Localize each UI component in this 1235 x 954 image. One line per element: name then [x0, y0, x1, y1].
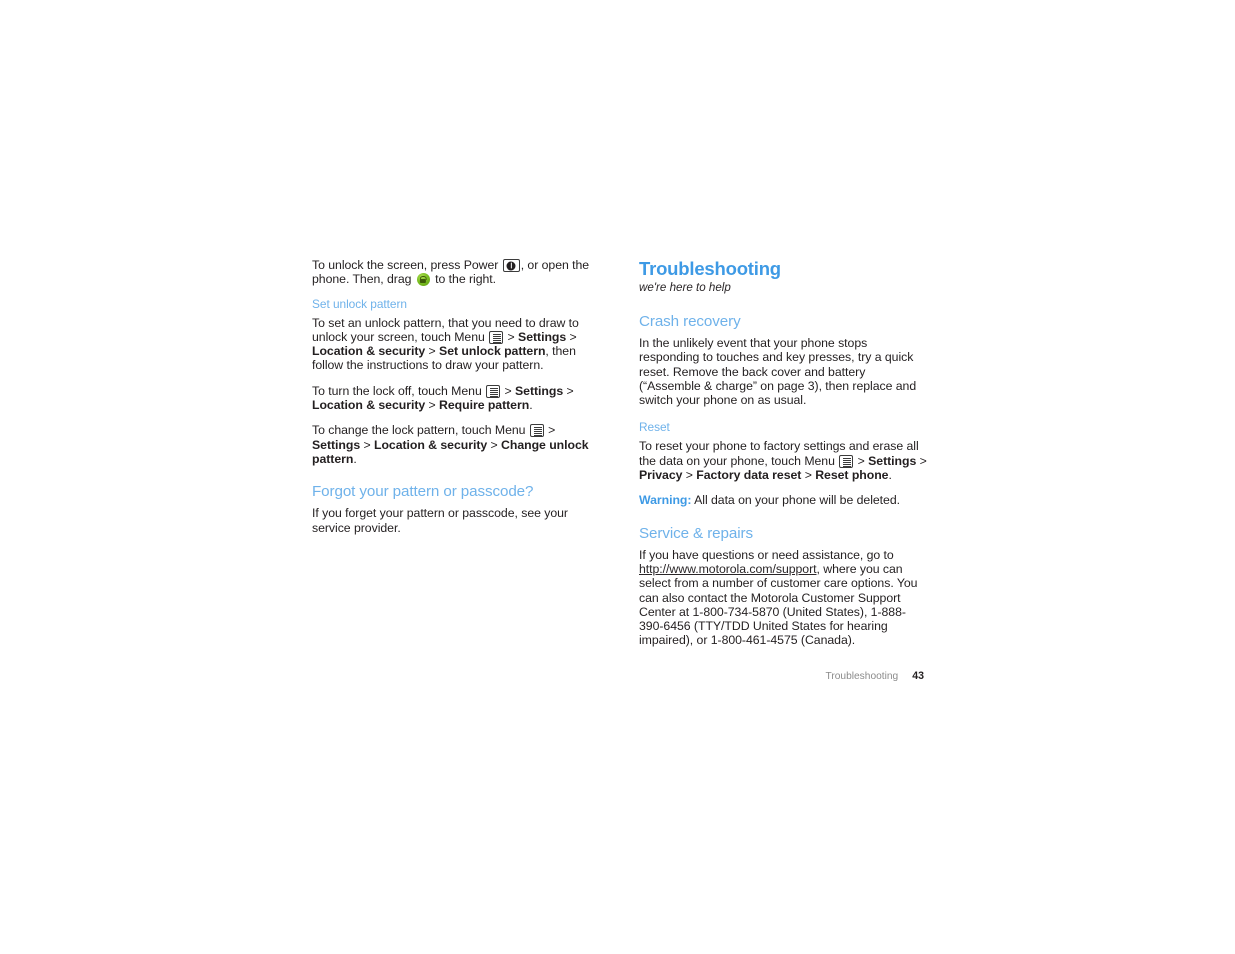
tlo-text-3: > [563, 383, 574, 398]
reset-text-6: . [888, 468, 892, 483]
menu-key-icon [489, 330, 504, 344]
tlo-bold-settings: Settings [515, 383, 564, 398]
unlock-intro-text-3: to the right. [431, 272, 497, 287]
chapter-subtitle: we're here to help [639, 281, 731, 294]
footer-chapter-label: Troubleshooting [825, 671, 899, 682]
unlock-intro-paragraph: To unlock the screen, press Power , or o… [312, 258, 602, 287]
clp-bold-settings: Settings [312, 437, 361, 452]
footer-page-number: 43 [912, 670, 924, 682]
motorola-support-link[interactable]: http://www.motorola.com/support [639, 562, 817, 576]
reset-bold-factory-data-reset: Factory data reset [696, 468, 802, 483]
reset-text-5: > [801, 468, 816, 483]
heading-reset: Reset [639, 420, 670, 435]
reset-instructions-paragraph: To reset your phone to factory settings … [639, 439, 929, 482]
warning-text: All data on your phone will be deleted. [691, 493, 900, 508]
sup-bold-set-unlock-pattern: Set unlock pattern [439, 344, 546, 359]
clp-bold-location-security: Location & security [373, 437, 488, 452]
clp-text-2: > [544, 423, 556, 438]
warning-label: Warning: [639, 493, 692, 508]
tlo-text-1: To turn the lock off, touch Menu [312, 383, 486, 398]
reset-text-3: > [916, 453, 927, 468]
manual-page: To unlock the screen, press Power , or o… [0, 0, 1235, 954]
unlock-intro-text-1: To unlock the screen, press Power [312, 258, 502, 272]
forgot-pattern-body: If you forget your pattern or passcode, … [312, 506, 568, 535]
clp-text-3: > [360, 437, 374, 452]
left-column: To unlock the screen, press Power , or o… [312, 258, 602, 546]
tlo-bold-location-security: Location & security [312, 398, 426, 413]
reset-text-2: > [854, 453, 869, 468]
heading-set-unlock-pattern: Set unlock pattern [312, 296, 407, 311]
lock-drag-icon [416, 273, 430, 287]
menu-key-icon [839, 454, 854, 468]
reset-bold-privacy: Privacy [639, 468, 683, 483]
change-lock-pattern-paragraph: To change the lock pattern, touch Menu >… [312, 423, 602, 466]
tlo-text-5: . [529, 398, 533, 413]
clp-text-1: To change the lock pattern, touch Menu [312, 423, 529, 438]
reset-text-4: > [682, 468, 697, 483]
crash-recovery-body: In the unlikely event that your phone st… [639, 336, 917, 408]
page-footer: Troubleshooting 43 [639, 670, 924, 683]
turn-lock-off-paragraph: To turn the lock off, touch Menu > Setti… [312, 384, 602, 413]
service-text-1: If you have questions or need assistance… [639, 547, 894, 562]
power-key-icon [502, 259, 520, 272]
reset-bold-settings: Settings [868, 453, 917, 468]
tlo-text-2: > [501, 383, 515, 398]
set-unlock-pattern-paragraph: To set an unlock pattern, that you need … [312, 316, 602, 373]
menu-key-icon [529, 424, 544, 438]
chapter-title: Troubleshooting [639, 258, 781, 279]
heading-crash-recovery: Crash recovery [639, 313, 741, 330]
heading-forgot-pattern: Forgot your pattern or passcode? [312, 483, 534, 501]
reset-warning-paragraph: Warning: All data on your phone will be … [639, 493, 929, 507]
sup-text-2: > [504, 329, 519, 344]
reset-bold-reset-phone: Reset phone [815, 468, 889, 483]
right-column: Troubleshooting we're here to help Crash… [639, 258, 929, 659]
sup-text-3: > [566, 329, 577, 344]
clp-text-5: . [353, 451, 357, 466]
menu-key-icon [486, 384, 501, 398]
service-repairs-body: If you have questions or need assistance… [639, 548, 929, 648]
clp-text-4: > [487, 437, 502, 452]
sup-text-4: > [425, 344, 440, 359]
sup-bold-location-security: Location & security [312, 344, 426, 359]
tlo-text-4: > [425, 398, 440, 413]
tlo-bold-require-pattern: Require pattern [439, 398, 530, 413]
sup-bold-settings: Settings [518, 329, 567, 344]
heading-service-repairs: Service & repairs [639, 524, 753, 542]
